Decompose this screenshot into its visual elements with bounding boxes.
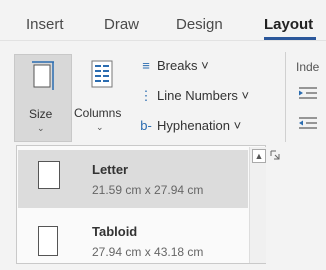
page-size-icon bbox=[32, 61, 54, 90]
size-option-dims: 21.59 cm x 27.94 cm bbox=[92, 183, 204, 197]
hyphenation-icon: b‐ bbox=[140, 118, 152, 133]
columns-button-label: Columns bbox=[74, 106, 122, 120]
indent-right-icon[interactable] bbox=[298, 116, 318, 130]
columns-icon bbox=[91, 60, 113, 88]
page-icon bbox=[38, 161, 60, 189]
dialog-launcher-icon[interactable] bbox=[270, 150, 280, 160]
columns-button[interactable]: Columns ⌄ bbox=[74, 54, 130, 142]
breaks-button[interactable]: ≡ Breaks ˅ bbox=[138, 58, 209, 76]
tab-layout[interactable]: Layout bbox=[264, 16, 313, 33]
chevron-down-icon: ⌄ bbox=[96, 122, 104, 132]
hyphenation-label: Hyphenation ˅ bbox=[157, 118, 242, 133]
size-option-letter[interactable]: Letter 21.59 cm x 27.94 cm bbox=[18, 150, 248, 208]
line-numbers-icon: ⋮ bbox=[139, 88, 153, 103]
size-option-tabloid[interactable]: Tabloid 27.94 cm x 43.18 cm bbox=[18, 212, 248, 270]
breaks-icon: ≡ bbox=[142, 58, 150, 73]
breaks-label: Breaks ˅ bbox=[157, 58, 209, 73]
tab-insert[interactable]: Insert bbox=[26, 16, 64, 33]
tab-design[interactable]: Design bbox=[176, 16, 223, 33]
size-option-name: Tabloid bbox=[92, 224, 138, 239]
size-option-name: Letter bbox=[92, 162, 129, 177]
scroll-up-arrow-icon[interactable]: ▲ bbox=[252, 149, 266, 163]
line-numbers-button[interactable]: ⋮ Line Numbers ˅ bbox=[138, 88, 250, 106]
ribbon-tabs: Insert Draw Design Layout bbox=[0, 0, 326, 40]
page-icon bbox=[38, 226, 58, 256]
indent-left-icon[interactable] bbox=[298, 86, 318, 100]
menu-scrollbar[interactable]: ▲ bbox=[249, 147, 266, 263]
line-numbers-label: Line Numbers ˅ bbox=[157, 88, 250, 103]
tab-draw[interactable]: Draw bbox=[104, 16, 139, 33]
hyphenation-button[interactable]: b‐ Hyphenation ˅ bbox=[138, 118, 241, 136]
size-option-dims: 27.94 cm x 43.18 cm bbox=[92, 245, 204, 259]
group-divider bbox=[285, 52, 286, 142]
chevron-down-icon: ⌄ bbox=[37, 123, 45, 133]
size-dropdown-menu: Letter 21.59 cm x 27.94 cm Tabloid 27.94… bbox=[16, 145, 266, 264]
size-button[interactable]: Size ⌄ bbox=[14, 54, 72, 142]
size-button-label: Size bbox=[29, 107, 53, 121]
indent-group-label: Inde bbox=[296, 60, 320, 74]
